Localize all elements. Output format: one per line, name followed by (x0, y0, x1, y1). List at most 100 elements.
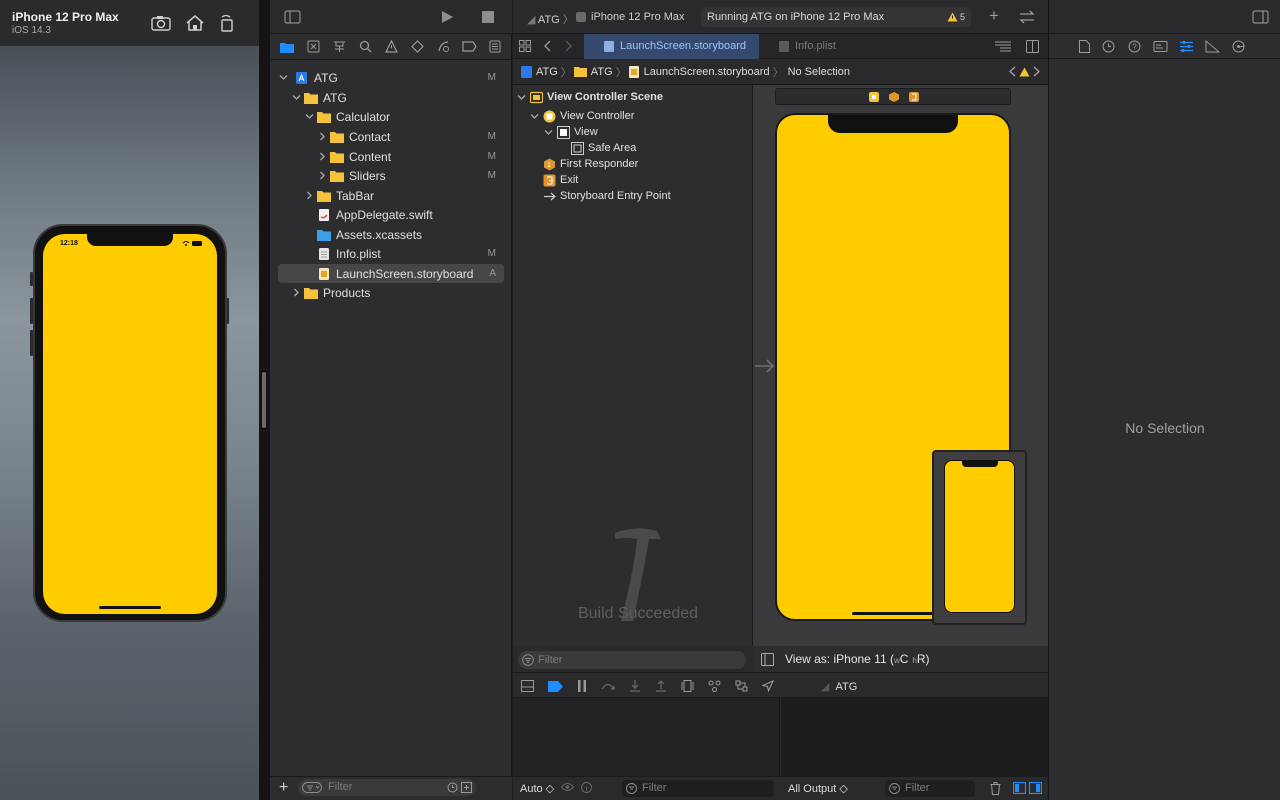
disclosure-open-icon[interactable] (530, 112, 539, 121)
exit-icon[interactable] (909, 92, 919, 102)
home-icon[interactable] (184, 13, 206, 33)
outline-first-responder-row[interactable]: 1 First Responder (543, 156, 638, 172)
breadcrumb-item[interactable]: ATG (591, 66, 613, 78)
attributes-inspector-icon[interactable] (1179, 40, 1194, 53)
tree-row-group[interactable]: Products (278, 283, 504, 302)
outline-filter-input[interactable]: Filter (518, 651, 746, 669)
size-inspector-icon[interactable] (1205, 39, 1220, 53)
add-icon[interactable]: + (279, 780, 288, 796)
find-tab-icon[interactable] (357, 39, 373, 55)
sidebar-toggle-icon[interactable] (284, 10, 301, 24)
outline-exit-row[interactable]: Exit (543, 172, 578, 188)
tree-row-file[interactable]: Info.plist M (278, 244, 504, 263)
hide-debug-area-icon[interactable] (521, 680, 534, 692)
console-filter-input[interactable]: Filter (885, 780, 975, 797)
trash-icon[interactable] (990, 782, 1001, 795)
next-issue-icon[interactable] (1033, 66, 1040, 77)
screenshot-icon[interactable] (150, 13, 172, 33)
run-icon[interactable] (440, 10, 454, 24)
pause-icon[interactable] (577, 680, 587, 692)
disclosure-open-icon[interactable] (278, 73, 288, 83)
first-responder-icon[interactable] (889, 92, 899, 102)
previous-issue-icon[interactable] (1009, 66, 1016, 77)
window-resize-handle[interactable] (262, 372, 266, 428)
disclosure-closed-icon[interactable] (317, 132, 327, 142)
file-inspector-icon[interactable] (1079, 39, 1090, 53)
navigator-filter-input[interactable]: Filter (298, 779, 476, 796)
view-controller-icon[interactable] (869, 92, 879, 102)
environment-overrides-icon[interactable] (735, 680, 748, 692)
outline-safe-area-row[interactable]: Safe Area (571, 140, 636, 156)
identity-inspector-icon[interactable] (1153, 40, 1168, 53)
canvas-minimap[interactable] (932, 450, 1027, 625)
rotate-icon[interactable] (216, 13, 238, 33)
symbol-tab-icon[interactable] (331, 39, 347, 55)
outline-view-controller-row[interactable]: View Controller (530, 108, 634, 124)
issue-navigation[interactable] (1009, 66, 1040, 77)
step-out-icon[interactable] (655, 680, 667, 692)
grid-icon[interactable] (519, 40, 531, 52)
tree-row-group[interactable]: TabBar (278, 186, 504, 205)
outline-view-row[interactable]: View (544, 124, 598, 140)
output-selector[interactable]: All Output ◇ (788, 782, 848, 795)
tree-row-group[interactable]: Sliders M (278, 166, 504, 185)
debug-target[interactable]: ◢ ATG (821, 680, 857, 694)
view-hierarchy-icon[interactable] (681, 680, 694, 692)
tree-row-group[interactable]: Calculator (278, 107, 504, 126)
breadcrumb-item[interactable]: LaunchScreen.storyboard (644, 66, 770, 78)
forward-icon[interactable] (564, 40, 572, 52)
debug-tab-icon[interactable] (435, 39, 451, 55)
variables-filter-input[interactable]: Filter (622, 780, 774, 797)
disclosure-open-icon[interactable] (291, 93, 301, 103)
tab-launchscreen[interactable]: LaunchScreen.storyboard (584, 34, 759, 59)
split-editor-icon[interactable] (1026, 40, 1039, 53)
scheme-selector[interactable]: ◢ ATG 〉 (527, 11, 574, 27)
disclosure-closed-icon[interactable] (317, 171, 327, 181)
show-console-icon[interactable] (1029, 782, 1042, 794)
code-review-icon[interactable] (1018, 10, 1036, 24)
tree-row-file[interactable]: AppDelegate.swift (278, 205, 504, 224)
view-as-button[interactable]: View as: iPhone 11 (wC hR) (785, 652, 930, 666)
outline-scene-row[interactable]: View Controller Scene (517, 89, 663, 105)
source-control-tab-icon[interactable] (305, 39, 321, 55)
step-into-icon[interactable] (629, 680, 641, 692)
storyboard-canvas[interactable] (753, 85, 1048, 646)
variables-view[interactable] (513, 698, 780, 776)
outline-entry-point-row[interactable]: Storyboard Entry Point (543, 188, 671, 204)
editor-options-icon[interactable] (995, 41, 1011, 52)
project-navigator-tab-icon[interactable] (279, 39, 295, 55)
stop-icon[interactable] (482, 11, 494, 23)
quick-help-icon[interactable]: ? (1127, 40, 1142, 53)
disclosure-open-icon[interactable] (517, 93, 526, 102)
disclosure-open-icon[interactable] (544, 128, 553, 137)
inspector-toggle-icon[interactable] (1252, 10, 1269, 24)
tree-row-file-selected[interactable]: LaunchScreen.storyboard A (278, 264, 504, 283)
auto-variables-selector[interactable]: Auto ◇ (520, 782, 554, 795)
disclosure-closed-icon[interactable] (291, 288, 301, 298)
tree-row-group[interactable]: Contact M (278, 127, 504, 146)
report-tab-icon[interactable] (487, 39, 503, 55)
disclosure-closed-icon[interactable] (317, 152, 327, 162)
phone-screen[interactable]: 12:18 (43, 234, 217, 614)
info-icon[interactable] (581, 782, 592, 793)
tree-row-group[interactable]: ATG (278, 88, 504, 107)
recent-files-icon[interactable] (447, 782, 458, 793)
simulate-location-icon[interactable] (762, 680, 774, 692)
tree-row-group[interactable]: Content M (278, 147, 504, 166)
eye-icon[interactable] (561, 782, 574, 792)
tab-info-plist[interactable]: Info.plist (759, 34, 899, 59)
connections-inspector-icon[interactable] (1231, 40, 1246, 53)
destination-selector[interactable]: iPhone 12 Pro Max (575, 11, 685, 23)
scm-filter-icon[interactable] (461, 782, 472, 793)
memory-graph-icon[interactable] (708, 680, 721, 692)
breadcrumb-item[interactable]: ATG (536, 66, 558, 78)
breadcrumb-item[interactable]: No Selection (788, 66, 850, 78)
history-inspector-icon[interactable] (1101, 40, 1116, 53)
back-icon[interactable] (544, 40, 552, 52)
tree-row-file[interactable]: Assets.xcassets (278, 225, 504, 244)
toggle-outline-icon[interactable] (761, 653, 774, 666)
issue-tab-icon[interactable] (383, 39, 399, 55)
show-variables-icon[interactable] (1013, 782, 1026, 794)
console-view[interactable] (781, 698, 1048, 776)
disclosure-closed-icon[interactable] (304, 191, 314, 201)
